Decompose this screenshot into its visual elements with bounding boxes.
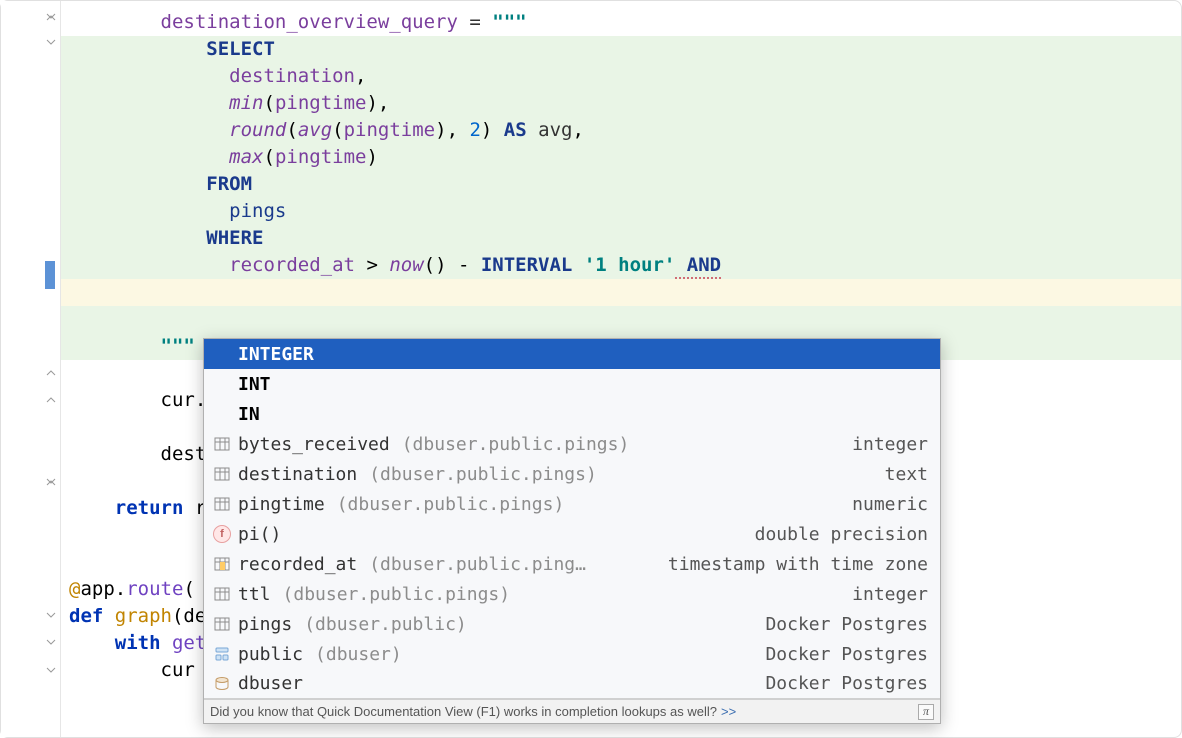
completion-label: destination [238, 464, 357, 485]
completion-detail: (dbuser.public.pings) [283, 584, 511, 605]
completion-type: text [875, 464, 928, 485]
code-line: FROM [61, 171, 1181, 198]
code-line: round(avg(pingtime), 2) AS avg, [61, 117, 1181, 144]
completion-label: pings [238, 614, 292, 635]
code-line: max(pingtime) [61, 144, 1181, 171]
completion-label: public [238, 644, 303, 665]
completion-item[interactable]: ttl (dbuser.public.pings) integer [204, 579, 940, 609]
completion-detail: (dbuser.public.ping… [369, 554, 586, 575]
column-icon [212, 464, 232, 484]
fold-icon[interactable] [45, 666, 57, 678]
code-line: SELECT [61, 36, 1181, 63]
completion-detail: (dbuser.public.pings) [402, 434, 630, 455]
completion-item[interactable]: pingtime (dbuser.public.pings) numeric [204, 489, 940, 519]
code-line [61, 279, 1181, 306]
completion-label: INTEGER [238, 344, 314, 365]
column-icon [212, 434, 232, 454]
completion-type: double precision [745, 524, 928, 545]
completion-item[interactable]: IN [204, 399, 940, 429]
schema-icon [212, 644, 232, 664]
fold-icon[interactable] [45, 638, 57, 650]
hint-link[interactable]: >> [721, 704, 736, 719]
fold-icon[interactable] [45, 393, 57, 405]
column-icon [212, 554, 232, 574]
completion-detail: (dbuser.public.pings) [369, 464, 597, 485]
fold-icon[interactable] [45, 366, 57, 378]
fold-icon[interactable] [45, 38, 57, 50]
completion-type: integer [842, 584, 928, 605]
completion-detail: (dbuser.public.pings) [337, 494, 565, 515]
completion-item[interactable]: public (dbuser) Docker Postgres [204, 639, 940, 669]
editor-gutter [1, 1, 61, 737]
completion-label: INT [238, 374, 271, 395]
completion-item[interactable]: pings (dbuser.public) Docker Postgres [204, 609, 940, 639]
hint-text: Did you know that Quick Documentation Vi… [210, 704, 717, 719]
table-icon [212, 614, 232, 634]
completion-type: timestamp with time zone [658, 554, 928, 575]
completion-type: Docker Postgres [755, 673, 928, 694]
code-line [61, 306, 1181, 333]
blank-icon [212, 404, 232, 424]
database-icon [212, 674, 232, 694]
code-line: WHERE [61, 225, 1181, 252]
completion-detail: (dbuser.public) [304, 614, 467, 635]
change-marker [45, 261, 55, 289]
completion-item[interactable]: INTEGER [204, 339, 940, 369]
code-line: pings [61, 198, 1181, 225]
completion-detail: (dbuser) [315, 644, 402, 665]
completion-item[interactable]: destination (dbuser.public.pings) text [204, 459, 940, 489]
blank-icon [212, 374, 232, 394]
column-icon [212, 494, 232, 514]
completion-type: numeric [842, 494, 928, 515]
pi-icon[interactable]: π [918, 704, 934, 720]
blank-icon [212, 344, 232, 364]
completion-label: recorded_at [238, 554, 357, 575]
completion-type: Docker Postgres [755, 644, 928, 665]
completion-label: ttl [238, 584, 271, 605]
completion-label: pi() [238, 524, 281, 545]
completion-item[interactable]: f pi() double precision [204, 519, 940, 549]
completion-type: integer [842, 434, 928, 455]
completion-item[interactable]: bytes_received (dbuser.public.pings) int… [204, 429, 940, 459]
completion-type: Docker Postgres [755, 614, 928, 635]
code-line: min(pingtime), [61, 90, 1181, 117]
completion-label: IN [238, 404, 260, 425]
completion-popup[interactable]: INTEGER INT IN bytes_received (dbuser.pu… [203, 338, 941, 724]
completion-label: pingtime [238, 494, 325, 515]
completion-item[interactable]: INT [204, 369, 940, 399]
fold-icon[interactable] [45, 11, 57, 23]
completion-item[interactable]: recorded_at (dbuser.public.ping… timesta… [204, 549, 940, 579]
fold-icon[interactable] [45, 611, 57, 623]
completion-label: dbuser [238, 673, 303, 694]
completion-label: bytes_received [238, 434, 390, 455]
code-line: recorded_at > now() - INTERVAL '1 hour' … [61, 252, 1181, 279]
completion-item[interactable]: dbuser Docker Postgres [204, 669, 940, 699]
function-icon: f [212, 524, 232, 544]
code-line: destination, [61, 63, 1181, 90]
fold-icon[interactable] [45, 476, 57, 488]
code-line: destination_overview_query = """ [61, 9, 1181, 36]
completion-hint: Did you know that Quick Documentation Vi… [204, 699, 940, 723]
column-icon [212, 584, 232, 604]
